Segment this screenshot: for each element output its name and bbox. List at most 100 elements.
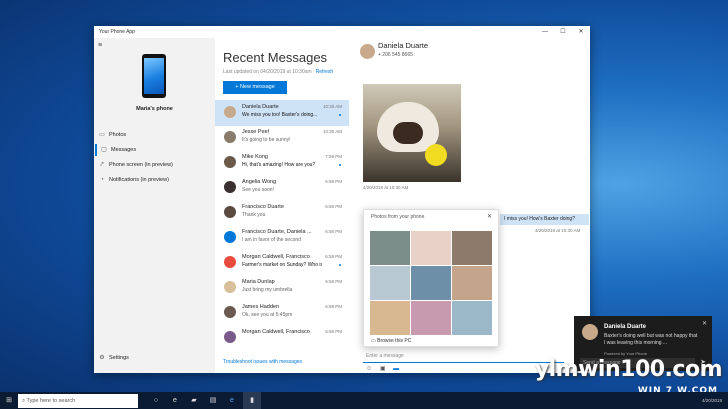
message-list-pane: Recent Messages Last updated on 04/20/20…	[215, 38, 351, 373]
picker-close-icon[interactable]: ✕	[487, 213, 492, 220]
unread-dot	[339, 164, 341, 166]
gif-icon[interactable]: ▣	[380, 366, 386, 372]
browse-pc-button[interactable]: ▭ Browse this PC	[371, 338, 411, 344]
sent-message-bubble: I miss you! How's Baxter doing?	[500, 214, 589, 225]
conversation-pane: Daniela Duarte + 206 545 8665 4/20/2019 …	[350, 38, 590, 373]
message-list-item[interactable]: Maria Dunlap Just bring my umbrella 6:58 P…	[215, 275, 349, 301]
photo-thumbnail[interactable]	[411, 301, 451, 335]
unread-dot	[339, 264, 341, 266]
troubleshoot-link[interactable]: Troubleshoot issues with messages	[223, 359, 302, 365]
task-view-icon[interactable]: ○	[147, 392, 165, 409]
maximize-button[interactable]: ☐	[554, 26, 572, 38]
message-time: 10:30 AM	[322, 104, 342, 109]
contact-avatar	[224, 331, 236, 343]
store-icon[interactable]: ▤	[204, 392, 222, 409]
message-preview: Farmer's market on Sunday? Who is...	[242, 262, 322, 268]
picker-title: Photos from your phone	[371, 214, 425, 220]
page-title: Recent Messages	[223, 50, 328, 65]
contact-avatar	[360, 44, 375, 59]
contact-avatar	[224, 181, 236, 193]
message-sender: Maria Dunlap	[242, 279, 275, 285]
sidebar-item-notifications[interactable]: ◔ Notifications (in preview)	[97, 174, 212, 186]
message-preview: We miss you too! Baxter's doing...	[242, 112, 318, 118]
message-sender: James Hadden	[242, 304, 279, 310]
contact-avatar	[224, 156, 236, 168]
sidebar-item-phone-screen[interactable]: ⤤ Phone screen (in preview)	[97, 159, 212, 171]
minimize-button[interactable]: —	[536, 26, 554, 38]
sidebar: ≡ Maria's phone ▭ Photos ▢ Messages ⤤ Phone…	[94, 38, 215, 373]
photo-thumbnail[interactable]	[370, 301, 410, 335]
start-button[interactable]: ⊞	[0, 392, 18, 409]
sidebar-item-photos[interactable]: ▭ Photos	[97, 129, 212, 141]
message-sender: Daniela Duarte	[242, 104, 279, 110]
contact-avatar	[224, 256, 236, 268]
refresh-link[interactable]: Refresh	[316, 69, 334, 75]
message-list-item[interactable]: Daniela Duarte We miss you too! Baxter's …	[215, 100, 349, 126]
photo-thumbnail[interactable]	[452, 301, 492, 335]
hamburger-menu-icon[interactable]: ≡	[98, 42, 102, 49]
photo-thumbnail[interactable]	[370, 266, 410, 300]
contact-phone: + 206 545 8665	[378, 52, 413, 58]
message-list-item[interactable]: Morgan Caldwell, Francisco ... 6:58 PM	[215, 325, 349, 351]
image-icon[interactable]: ▬	[393, 366, 399, 372]
photo-picker-popup: Photos from your phone ✕ ▭ Browse this P…	[363, 209, 499, 347]
photo-thumbnail[interactable]	[411, 231, 451, 265]
contact-avatar	[224, 281, 236, 293]
message-time: 6:58 PM	[325, 279, 342, 284]
window-title: Your Phone App	[99, 29, 135, 35]
phone-screen-icon: ⤤	[100, 162, 104, 168]
message-sender: Angelia Wong	[242, 179, 277, 185]
toast-message: Baxter's doing well but was not happy th…	[604, 333, 698, 346]
new-message-button[interactable]: + New message	[223, 81, 287, 94]
sidebar-item-settings[interactable]: ⚙ Settings	[97, 352, 212, 364]
photo-thumbnail[interactable]	[370, 231, 410, 265]
explorer-icon[interactable]: ▰	[185, 392, 203, 409]
message-list-item[interactable]: Mike Kong Hi, that's amazing! How are you…	[215, 150, 349, 176]
photo-grid	[370, 231, 492, 335]
message-list-item[interactable]: Angelia Wong See you soon! 6:58 PM	[215, 175, 349, 201]
message-list-item[interactable]: Morgan Caldwell, Francisco ... Farmer's m…	[215, 250, 349, 276]
sidebar-item-messages[interactable]: ▢ Messages	[95, 144, 214, 156]
message-time: 6:58 PM	[325, 179, 342, 184]
message-list-item[interactable]: Francisco Duarte, Daniela ... I am in fav…	[215, 225, 349, 251]
message-preview: I am in favor of the second	[242, 237, 301, 243]
emoji-icon[interactable]: ☺	[366, 366, 372, 372]
message-time: 10:30 AM	[322, 129, 342, 134]
message-list-item[interactable]: James Hadden Ok, see you at 5:45pm 6:58 PM	[215, 300, 349, 326]
contact-name: Daniela Duarte	[378, 41, 429, 50]
edge-icon[interactable]: e	[166, 392, 184, 409]
phone-name: Maria's phone	[136, 106, 173, 112]
bell-icon: ◔	[100, 177, 104, 183]
sent-message-timestamp: 4/20/2019 at 10:30 AM	[535, 228, 581, 233]
taskbar-search[interactable]: ⌕ Type here to search	[18, 394, 138, 408]
photo-thumbnail[interactable]	[411, 266, 451, 300]
close-button[interactable]: ✕	[572, 26, 590, 38]
search-icon: ⌕	[22, 398, 26, 404]
phone-image	[142, 54, 166, 98]
message-preview: Just bring my umbrella	[242, 287, 293, 293]
message-time: 6:58 PM	[325, 304, 342, 309]
folder-icon: ▭	[371, 338, 376, 344]
toast-close-icon[interactable]: ✕	[702, 320, 707, 327]
photo-thumbnail[interactable]	[452, 266, 492, 300]
ie-icon[interactable]: e	[223, 392, 241, 409]
your-phone-taskbar-icon[interactable]: ▮	[243, 392, 261, 409]
watermark: ylmwin100.com	[534, 357, 723, 382]
contact-avatar	[224, 206, 236, 218]
composer-tools: ☺ ▣ ▬	[366, 365, 399, 372]
message-preview: See you soon!	[242, 187, 274, 193]
message-sender: Jesse Peel	[242, 129, 269, 135]
photo-timestamp: 4/20/2019 at 10:30 AM	[363, 185, 409, 190]
received-photo[interactable]	[363, 84, 461, 182]
message-list-item[interactable]: Jesse Peel It's going to be sunny! 10:30 A…	[215, 125, 349, 151]
contact-avatar	[224, 231, 236, 243]
contact-avatar	[224, 306, 236, 318]
contact-avatar	[224, 106, 236, 118]
unread-dot	[339, 114, 341, 116]
your-phone-window: Your Phone App — ☐ ✕ ≡ Maria's phone ▭ Ph…	[94, 26, 590, 373]
toast-sender: Daniela Duarte	[604, 324, 647, 330]
message-time: 6:58 PM	[325, 254, 342, 259]
photo-thumbnail[interactable]	[452, 231, 492, 265]
message-sender: Francisco Duarte, Daniela ...	[242, 229, 312, 235]
message-list-item[interactable]: Francisco Duarte Thank you 6:58 PM	[215, 200, 349, 226]
